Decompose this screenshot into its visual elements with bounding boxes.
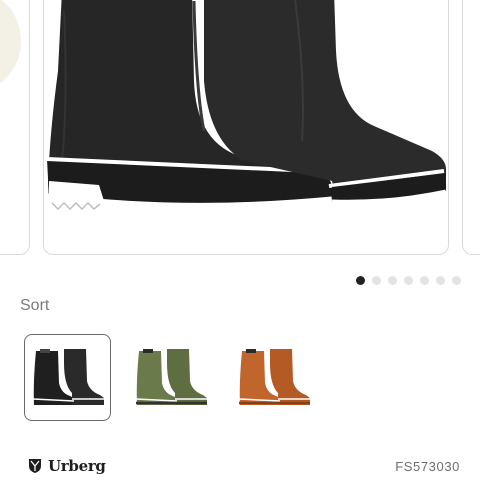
product-sku: FS573030 bbox=[395, 459, 460, 474]
variant-swatch-green[interactable] bbox=[127, 334, 214, 421]
brand-name: Urberg bbox=[48, 457, 106, 475]
previous-image-preview bbox=[0, 0, 21, 91]
boot-thumbnail-green bbox=[135, 348, 207, 408]
product-image-gallery[interactable] bbox=[0, 0, 480, 256]
variant-swatch-black[interactable] bbox=[24, 334, 111, 421]
pagination-dot-4[interactable] bbox=[404, 276, 413, 285]
pagination-dot-5[interactable] bbox=[420, 276, 429, 285]
gallery-card-previous[interactable] bbox=[0, 0, 30, 255]
gallery-card-next[interactable] bbox=[462, 0, 480, 255]
pagination-dot-6[interactable] bbox=[436, 276, 445, 285]
pagination-dot-7[interactable] bbox=[452, 276, 461, 285]
pagination-dot-2[interactable] bbox=[372, 276, 381, 285]
selected-variant-label: Sort bbox=[20, 297, 50, 314]
shield-logo-icon bbox=[29, 459, 41, 473]
brand[interactable]: Urberg bbox=[28, 457, 106, 475]
pagination-dot-3[interactable] bbox=[388, 276, 397, 285]
pagination-dot-1[interactable] bbox=[356, 276, 365, 285]
variant-swatch-orange[interactable] bbox=[230, 334, 317, 421]
gallery-pagination bbox=[356, 276, 461, 285]
boot-thumbnail-orange bbox=[238, 348, 310, 408]
rain-boots-image bbox=[46, 0, 447, 212]
product-footer: Urberg FS573030 bbox=[0, 455, 480, 479]
color-variant-selector bbox=[24, 334, 317, 421]
boot-thumbnail-black bbox=[32, 348, 104, 407]
gallery-card-main[interactable] bbox=[43, 0, 449, 255]
